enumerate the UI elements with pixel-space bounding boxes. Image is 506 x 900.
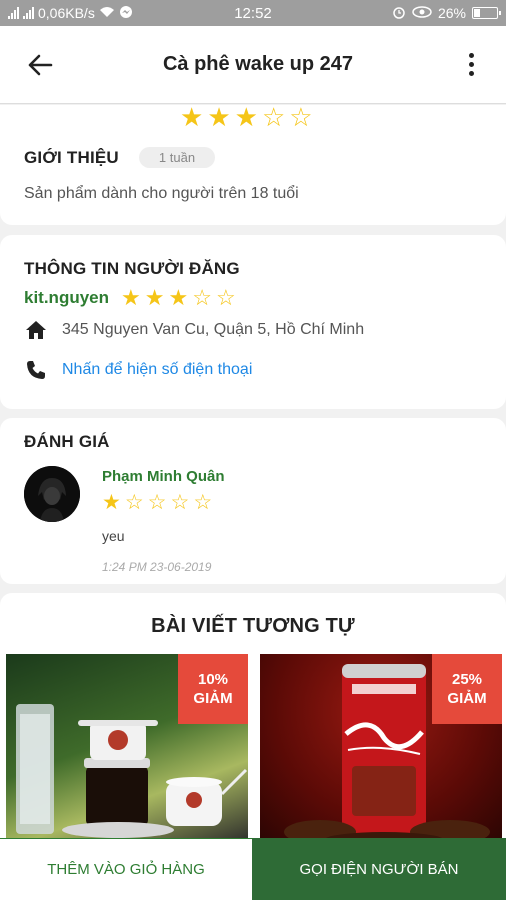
discount-percent: 25% — [451, 671, 483, 688]
star-empty-icon: ☆ — [192, 285, 212, 310]
seller-address-row: 345 Nguyen Van Cu, Quận 5, Hồ Chí Minh — [24, 318, 364, 342]
product-rating-stars: ★ ★ ★ ☆ ☆ — [180, 105, 313, 130]
signal-icon-2 — [23, 7, 34, 19]
intro-heading: GIỚI THIỆU — [24, 147, 119, 167]
app-bar: Cà phê wake up 247 — [0, 26, 506, 104]
similar-heading: BÀI VIẾT TƯƠNG TỰ — [151, 615, 355, 637]
content-scroll[interactable]: ★ ★ ★ ☆ ☆ GIỚI THIỆU 1 tuần Sản phẩm dành ch… — [0, 105, 506, 838]
similar-posts-card: BÀI VIẾT TƯƠNG TỰ 10% GIẢM 25% GIẢM — [0, 593, 506, 838]
review-rating-stars: ★ ☆ ☆ ☆ ☆ — [102, 492, 212, 513]
eye-icon — [412, 5, 432, 21]
reviews-card: ĐÁNH GIÁ Phạm Minh Quân ★ ☆ ☆ ☆ ☆ yeu 1:24 P… — [0, 418, 506, 584]
seller-name[interactable]: kit.nguyen — [24, 288, 109, 308]
messenger-icon — [119, 5, 133, 22]
star-filled-icon: ★ — [180, 105, 204, 132]
star-filled-icon: ★ — [144, 285, 165, 310]
star-empty-icon: ☆ — [124, 491, 144, 514]
signal-icon — [8, 7, 19, 19]
call-seller-button[interactable]: GỌI ĐIỆN NGƯỜI BÁN — [252, 838, 506, 900]
star-filled-icon: ★ — [121, 285, 141, 310]
more-options-button[interactable] — [436, 26, 506, 104]
similar-product-1[interactable]: 10% GIẢM — [6, 654, 248, 838]
bottom-action-bar: THÊM VÀO GIỎ HÀNG GỌI ĐIỆN NGƯỜI BÁN — [0, 838, 506, 900]
seller-address: 345 Nguyen Van Cu, Quận 5, Hồ Chí Minh — [62, 321, 365, 338]
star-empty-icon: ☆ — [170, 491, 190, 514]
discount-badge: 25% GIẢM — [432, 654, 502, 724]
wifi-icon — [99, 5, 115, 21]
star-filled-icon: ★ — [207, 105, 231, 132]
seller-heading: THÔNG TIN NGƯỜI ĐĂNG — [24, 259, 240, 278]
show-phone-row[interactable]: Nhấn để hiện số điện thoại — [24, 358, 252, 382]
home-icon — [24, 318, 48, 342]
similar-product-2[interactable]: 25% GIẢM — [260, 654, 502, 838]
star-empty-icon: ☆ — [289, 105, 313, 132]
show-phone-link[interactable]: Nhấn để hiện số điện thoại — [62, 361, 252, 379]
review-text: yeu — [102, 528, 125, 544]
product-rating: ★ ★ ★ ☆ ☆ — [180, 105, 313, 130]
discount-badge: 10% GIẢM — [178, 654, 248, 724]
discount-label: GIẢM — [447, 690, 487, 707]
reviewer-name: Phạm Minh Quân — [102, 468, 225, 485]
back-button[interactable] — [0, 26, 80, 104]
reviews-heading: ĐÁNH GIÁ — [24, 432, 110, 451]
page-title: Cà phê wake up 247 — [162, 53, 354, 75]
phone-icon — [24, 358, 48, 382]
seller-rating-stars: ★ ★ ★ ☆ ☆ — [121, 287, 236, 309]
star-empty-icon: ☆ — [193, 491, 213, 514]
status-bar: 0,06KB/s 12:52 26% — [0, 0, 506, 26]
star-empty-icon: ☆ — [215, 285, 236, 310]
star-filled-icon: ★ — [168, 285, 189, 310]
battery-icon — [472, 7, 501, 19]
intro-description: Sản phẩm dành cho người trên 18 tuổi — [24, 185, 299, 202]
star-filled-icon: ★ — [234, 105, 258, 132]
star-empty-icon: ☆ — [261, 105, 286, 132]
review-timestamp: 1:24 PM 23-06-2019 — [102, 560, 212, 574]
battery-level: 26% — [437, 5, 466, 21]
discount-percent: 10% — [197, 671, 229, 688]
posted-age-badge: 1 tuần — [138, 147, 216, 168]
discount-label: GIẢM — [193, 690, 233, 707]
star-filled-icon: ★ — [102, 491, 121, 514]
network-speed: 0,06KB/s — [38, 5, 95, 21]
more-vert-icon — [468, 53, 474, 76]
alarm-icon — [392, 5, 406, 22]
avatar — [24, 466, 80, 522]
arrow-left-icon — [28, 54, 53, 75]
add-to-cart-button[interactable]: THÊM VÀO GIỎ HÀNG — [0, 838, 252, 900]
intro-card: ★ ★ ★ ☆ ☆ GIỚI THIỆU 1 tuần Sản phẩm dành ch… — [0, 105, 506, 225]
star-empty-icon: ☆ — [147, 491, 167, 514]
